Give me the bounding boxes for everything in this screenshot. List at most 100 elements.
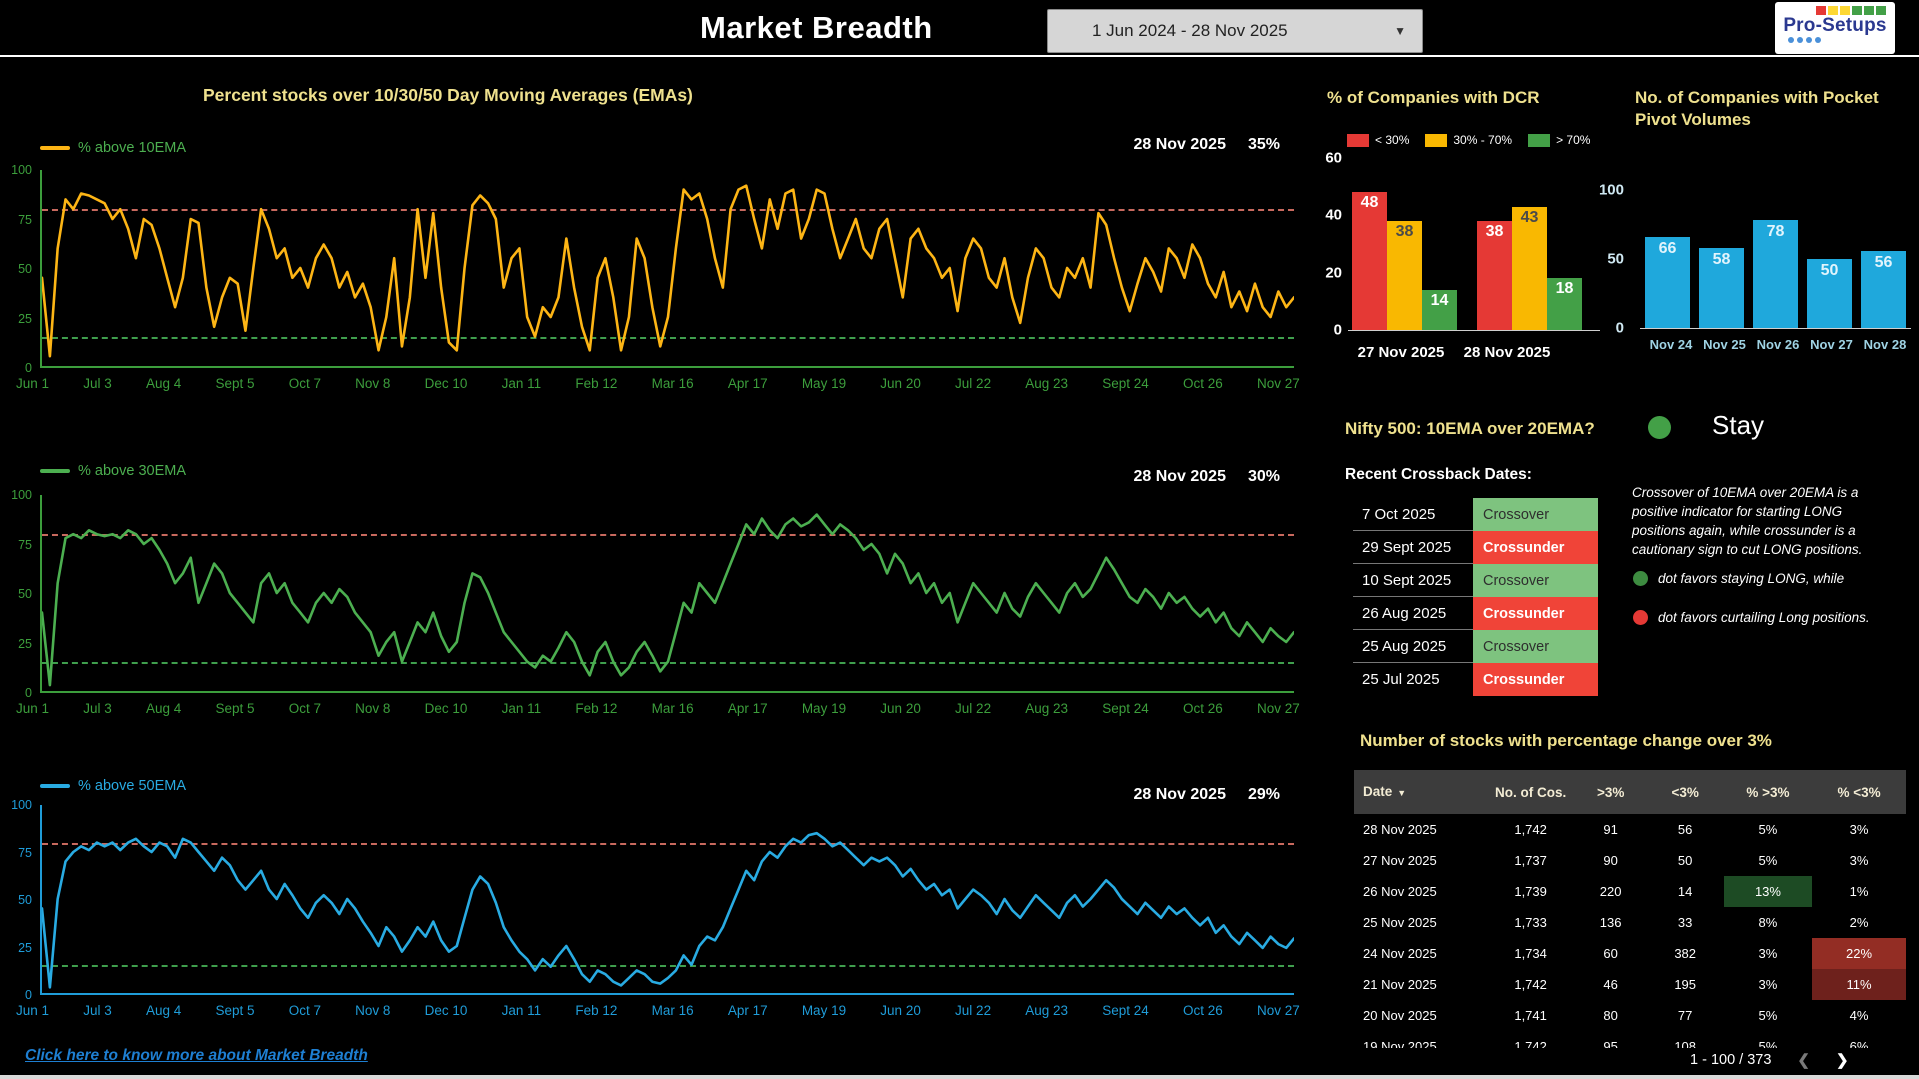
column-header[interactable]: % <3% xyxy=(1812,785,1906,800)
crossback-status: Crossunder xyxy=(1473,663,1598,696)
category-label: Nov 24 xyxy=(1649,337,1693,352)
table-cell: 50 xyxy=(1677,853,1693,868)
x-tick: Sept 5 xyxy=(215,701,255,716)
table-cell: 27 Nov 2025 xyxy=(1363,853,1437,868)
x-tick: Jan 11 xyxy=(501,376,542,391)
x-tick: Feb 12 xyxy=(575,701,618,716)
pct-change-table-title: Number of stocks with percentage change … xyxy=(1360,731,1772,750)
table-cell: 33 xyxy=(1677,915,1693,930)
bar-value-label: 18 xyxy=(1555,280,1574,297)
x-tick: Nov 27 xyxy=(1257,376,1300,391)
legend-label: % above 30EMA xyxy=(78,463,187,479)
x-tick: May 19 xyxy=(801,376,847,391)
x-tick: Oct 26 xyxy=(1183,1003,1223,1018)
legend-swatch-icon xyxy=(1425,133,1448,147)
dcr-legend: < 30% 30% - 70% > 70% xyxy=(1347,133,1590,147)
bar-value-label: 66 xyxy=(1658,240,1677,257)
table-cell: 1,742 xyxy=(1514,822,1547,837)
x-tick: Jul 3 xyxy=(83,1003,112,1018)
date-range-dropdown[interactable]: 1 Jun 2024 - 28 Nov 2025 ▼ xyxy=(1047,9,1423,53)
legend-label: > 70% xyxy=(1556,133,1591,147)
latest-value-annotation: 28 Nov 2025 35% xyxy=(1040,136,1280,154)
table-cell: 382 xyxy=(1674,946,1697,961)
table-cell: 1,742 xyxy=(1514,977,1547,992)
x-tick: Jun 1 xyxy=(16,1003,50,1018)
table-cell: 8% xyxy=(1758,915,1778,930)
column-header[interactable]: >3% xyxy=(1575,785,1647,800)
logo-square xyxy=(1828,6,1838,15)
x-tick: Oct 26 xyxy=(1183,701,1223,716)
prev-page-icon[interactable]: ❮ xyxy=(1797,1051,1810,1069)
legend-swatch-icon xyxy=(1528,133,1551,147)
column-header[interactable]: Date ▼ xyxy=(1354,784,1486,801)
y-tick: 25 xyxy=(18,940,32,955)
table-cell: 77 xyxy=(1677,1008,1693,1023)
plot-area xyxy=(40,495,1294,693)
y-tick: 0 xyxy=(1615,319,1624,337)
table-cell: 22% xyxy=(1812,938,1906,969)
dcr-bar-group: 38 43 18 xyxy=(1477,207,1582,330)
legend-label: 30% - 70% xyxy=(1453,133,1513,147)
crossback-status: Crossunder xyxy=(1473,531,1598,564)
bar: 43 xyxy=(1512,207,1547,330)
nifty-status: Stay xyxy=(1712,410,1765,440)
x-tick: Jun 20 xyxy=(880,701,921,716)
column-header[interactable]: <3% xyxy=(1647,785,1724,800)
y-tick: 20 xyxy=(1325,264,1342,282)
table-header-row: Date ▼ No. of Cos. >3% <3%% >3%% <3% xyxy=(1354,770,1906,814)
logo-square xyxy=(1816,6,1826,15)
header-divider xyxy=(0,55,1919,57)
table-row: 25 Nov 2025 1,733 136 33 8% 2% xyxy=(1354,907,1906,938)
annotation-value: 30% xyxy=(1247,468,1280,485)
table-cell: 60 xyxy=(1603,946,1618,961)
table-cell: 6% xyxy=(1849,1039,1869,1048)
x-axis-labels: Jun 1 Jul 3 Aug 4 Sept 5 Oct 7 Nov 8 Dec 10 Jan… xyxy=(16,1003,1300,1018)
table-cell: 3% xyxy=(1849,853,1869,868)
table-row: 21 Nov 2025 1,742 46 195 3% 11% xyxy=(1354,969,1906,1000)
dcr-bar-group: 48 38 14 xyxy=(1352,192,1457,330)
crossback-title: Recent Crossback Dates: xyxy=(1345,466,1532,483)
latest-value-annotation: 28 Nov 2025 29% xyxy=(1040,786,1280,804)
table-cell: 1,737 xyxy=(1514,853,1547,868)
table-cell: 1,741 xyxy=(1514,1008,1547,1023)
crossback-date: 26 Aug 2025 xyxy=(1353,597,1473,630)
y-tick: 100 xyxy=(11,163,32,177)
x-tick: Apr 17 xyxy=(727,376,768,391)
bar: 38 xyxy=(1387,221,1422,330)
legend-swatch-icon xyxy=(1347,133,1369,147)
x-tick: Nov 27 xyxy=(1257,1003,1300,1018)
table-cell: 21 Nov 2025 xyxy=(1363,977,1437,992)
chart-legend: % above 50EMA xyxy=(40,778,186,794)
x-tick: Aug 4 xyxy=(145,376,182,391)
column-header[interactable]: No. of Cos. xyxy=(1486,785,1574,800)
pocket-pivot-baseline xyxy=(1640,328,1911,329)
table-cell: 46 xyxy=(1603,977,1618,992)
column-header[interactable]: % >3% xyxy=(1724,785,1812,800)
table-cell: 5% xyxy=(1758,853,1778,868)
x-tick: Dec 10 xyxy=(424,701,468,716)
dcr-bars: 48 38 14 38 43 18 xyxy=(1348,158,1600,330)
y-tick: 60 xyxy=(1325,149,1342,167)
pocket-pivot-title: No. of Companies with Pocket Pivot Volum… xyxy=(1635,88,1879,129)
category-label: 27 Nov 2025 xyxy=(1357,344,1445,361)
bar: 38 xyxy=(1477,221,1512,330)
market-breadth-link[interactable]: Click here to know more about Market Bre… xyxy=(25,1047,368,1065)
crossback-table: 7 Oct 2025 Crossover 29 Sept 2025 Crossunde… xyxy=(1353,498,1598,696)
crossback-date: 7 Oct 2025 xyxy=(1353,498,1473,531)
x-axis-labels: Jun 1 Jul 3 Aug 4 Sept 5 Oct 7 Nov 8 Dec 10 Jan… xyxy=(16,701,1300,716)
table-cell: 14 xyxy=(1677,884,1693,899)
green-bullet-text: dot favors staying LONG, while xyxy=(1658,571,1845,586)
logo-dot xyxy=(1797,37,1803,43)
y-tick: 40 xyxy=(1325,206,1342,224)
table-cell: 26 Nov 2025 xyxy=(1363,884,1437,899)
y-tick: 75 xyxy=(18,845,32,860)
table-row: 25 Aug 2025 Crossover xyxy=(1353,630,1598,663)
table-row: 26 Aug 2025 Crossunder xyxy=(1353,597,1598,630)
logo-dots xyxy=(1788,37,1888,43)
x-tick: Mar 16 xyxy=(651,376,694,391)
table-row: 26 Nov 2025 1,739 220 14 13% 1% xyxy=(1354,876,1906,907)
dcr-legend-item: > 70% xyxy=(1528,133,1590,147)
x-tick: Oct 7 xyxy=(288,701,321,716)
bar-value-label: 14 xyxy=(1430,292,1449,309)
next-page-icon[interactable]: ❯ xyxy=(1836,1051,1849,1069)
